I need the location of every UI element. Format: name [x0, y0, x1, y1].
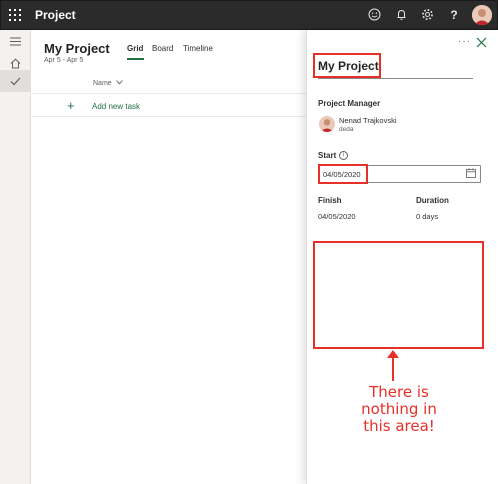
more-options-icon[interactable]: ··· [458, 36, 471, 47]
annotation-box-title [313, 53, 381, 78]
grid-row-divider [32, 116, 306, 117]
checkmark-icon[interactable] [0, 70, 31, 92]
left-rail [0, 30, 31, 484]
waffle-icon[interactable] [9, 9, 21, 21]
tab-board[interactable]: Board [152, 44, 173, 53]
callout-line-2: nothing in [361, 400, 437, 418]
smiley-icon[interactable] [366, 7, 382, 23]
info-icon[interactable]: i [339, 151, 348, 160]
active-tab-indicator [127, 58, 144, 60]
chevron-down-icon [115, 80, 123, 85]
project-dates: Apr 5 - Apr 5 [44, 57, 84, 64]
help-icon[interactable]: ? [446, 7, 462, 23]
duration-value: 0 days [416, 212, 439, 221]
project-manager-label: Project Manager [318, 99, 381, 108]
add-icon[interactable]: + [67, 99, 75, 112]
finish-label: Finish [318, 196, 342, 205]
grid-header-divider [32, 93, 306, 94]
add-new-task-link[interactable]: Add new task [92, 102, 140, 111]
calendar-icon[interactable] [466, 168, 476, 178]
gear-icon[interactable] [419, 7, 435, 23]
close-icon[interactable] [476, 37, 487, 48]
start-label: Start [318, 151, 337, 160]
column-header-name[interactable]: Name [93, 80, 123, 87]
arrow-up-icon [387, 350, 399, 381]
annotation-box-start-date [318, 164, 368, 184]
manager-subtitle: deda [339, 126, 354, 133]
annotation-box-empty-area [313, 241, 484, 349]
annotation-callout: There is nothing in this area! [348, 384, 450, 435]
manager-avatar [319, 116, 335, 132]
callout-line-3: this area! [363, 417, 435, 435]
tab-grid[interactable]: Grid [127, 44, 143, 53]
tab-timeline[interactable]: Timeline [183, 44, 213, 53]
duration-label: Duration [416, 196, 449, 205]
bell-icon[interactable] [393, 7, 409, 23]
callout-line-1: There is [369, 383, 429, 401]
finish-date-value: 04/05/2020 [318, 212, 356, 221]
project-name-underline [318, 78, 473, 79]
project-title[interactable]: My Project [44, 41, 110, 56]
column-header-label: Name [93, 80, 112, 87]
app-title[interactable]: Project [35, 8, 76, 22]
hamburger-icon[interactable] [0, 30, 31, 52]
user-avatar[interactable] [472, 5, 492, 25]
manager-name[interactable]: Nenad Trajkovski [339, 116, 397, 125]
